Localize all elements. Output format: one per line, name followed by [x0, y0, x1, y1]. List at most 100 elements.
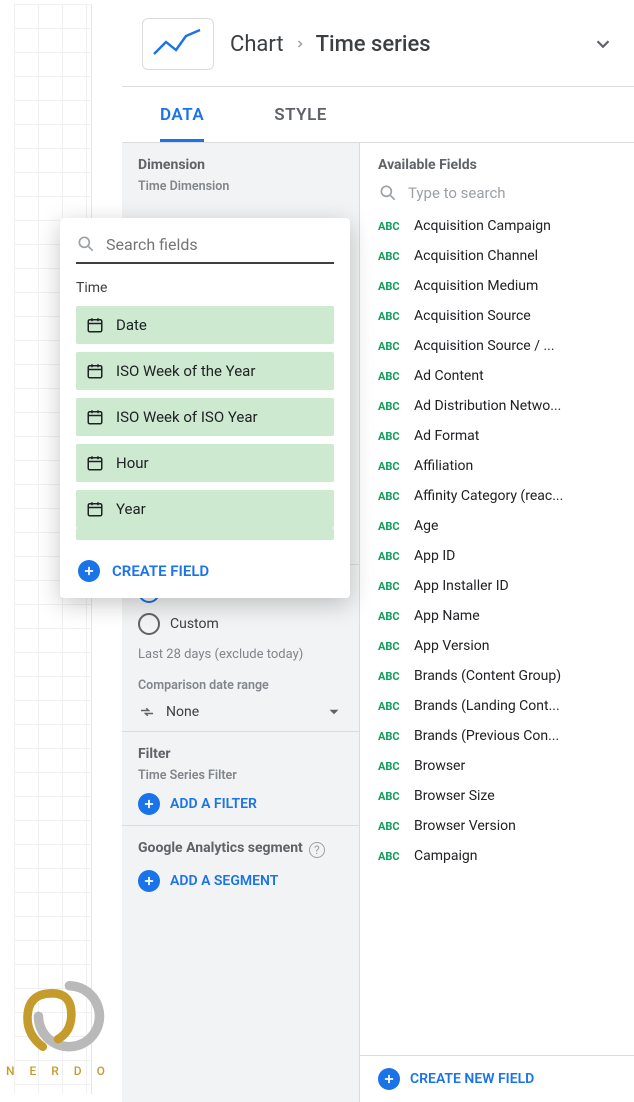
available-fields-title: Available Fields: [378, 157, 616, 173]
chart-type-chip[interactable]: [142, 18, 214, 70]
type-text-icon: ABC: [378, 310, 402, 323]
type-text-icon: ABC: [378, 520, 402, 533]
panel-header: Chart Time series: [122, 0, 634, 86]
available-field-item[interactable]: ABCApp Installer ID: [360, 571, 634, 601]
available-field-item[interactable]: ABC Affinity Category (reac...: [360, 481, 634, 511]
field-name: Ad Distribution Netwo...: [414, 398, 561, 414]
field-name: Acquisition Campaign: [414, 218, 551, 234]
calendar-icon: [86, 500, 104, 518]
time-field-option[interactable]: Hour: [76, 444, 334, 482]
type-text-icon: ABC: [378, 670, 402, 683]
available-field-item[interactable]: ABC Ad Distribution Netwo...: [360, 391, 634, 421]
available-field-item[interactable]: ABCBrowser Size: [360, 781, 634, 811]
type-text-icon: ABC: [378, 820, 402, 833]
tabs: DATA STYLE: [122, 87, 634, 142]
expand-more-icon[interactable]: [592, 33, 614, 55]
available-field-item[interactable]: ABC App Name: [360, 601, 634, 631]
type-text-icon: ABC: [378, 550, 402, 563]
field-name: Brands (Previous Con...: [414, 728, 559, 744]
tab-style[interactable]: STYLE: [274, 105, 327, 142]
available-field-item[interactable]: ABC Affiliation: [360, 451, 634, 481]
section-title-filter: Filter: [138, 746, 343, 762]
calendar-icon: [86, 316, 104, 334]
crumb-root[interactable]: Chart: [230, 32, 284, 57]
compare-select[interactable]: None: [138, 703, 343, 721]
available-field-item[interactable]: ABCAcquisition Channel: [360, 241, 634, 271]
time-dimension-label: Time Dimension: [138, 179, 343, 194]
type-text-icon: ABC: [378, 850, 402, 863]
type-text-icon: ABC: [378, 280, 402, 293]
time-field-option[interactable]: Date: [76, 306, 334, 344]
type-text-icon: ABC: [378, 490, 402, 503]
dropdown-caret-icon: [325, 703, 343, 721]
available-field-item[interactable]: ABCAd Content: [360, 361, 634, 391]
available-field-item[interactable]: ABCAcquisition Source / ...: [360, 331, 634, 361]
available-field-item[interactable]: ABC Acquisition Medium: [360, 271, 634, 301]
search-icon: [76, 234, 96, 254]
list-item-partial[interactable]: [76, 528, 334, 540]
segment-section: Google Analytics segment ? ADD A SEGMENT: [122, 826, 359, 902]
popover-search-input[interactable]: [106, 235, 334, 254]
option-label: Hour: [116, 454, 149, 472]
available-fields-list[interactable]: ABCAcquisition CampaignABCAcquisition Ch…: [360, 211, 634, 1055]
date-range-custom[interactable]: Custom: [138, 613, 343, 635]
help-icon[interactable]: ?: [309, 842, 325, 858]
option-label: Date: [116, 316, 147, 334]
available-field-item[interactable]: ABCCampaign: [360, 841, 634, 871]
available-field-item[interactable]: ABCApp ID: [360, 541, 634, 571]
field-name: Acquisition Source: [414, 308, 531, 324]
type-text-icon: ABC: [378, 460, 402, 473]
calendar-icon: [86, 362, 104, 380]
create-new-field-button[interactable]: CREATE NEW FIELD: [360, 1055, 634, 1102]
type-text-icon: ABC: [378, 640, 402, 653]
plus-icon: [78, 560, 100, 582]
add-segment-button[interactable]: ADD A SEGMENT: [138, 870, 343, 892]
crumb-leaf[interactable]: Time series: [316, 32, 431, 57]
field-name: Acquisition Medium: [414, 278, 538, 294]
plus-icon: [138, 870, 160, 892]
type-text-icon: ABC: [378, 730, 402, 743]
popover-search[interactable]: [76, 234, 334, 264]
available-field-item[interactable]: ABC Brands (Previous Con...: [360, 721, 634, 751]
calendar-icon: [86, 454, 104, 472]
available-field-item[interactable]: ABCBrowser Version: [360, 811, 634, 841]
field-name: Affinity Category (reac...: [414, 488, 563, 504]
time-field-option[interactable]: ISO Week of ISO Year: [76, 398, 334, 436]
field-search[interactable]: Type to search: [378, 183, 616, 203]
available-field-item[interactable]: ABCAd Format: [360, 421, 634, 451]
option-label: ISO Week of the Year: [116, 362, 255, 380]
breadcrumb: Chart Time series: [230, 32, 576, 57]
option-label: Year: [116, 500, 146, 518]
available-field-item[interactable]: ABC App Version: [360, 631, 634, 661]
compare-label: Comparison date range: [138, 678, 343, 693]
available-field-item[interactable]: ABCAge: [360, 511, 634, 541]
section-title-segment: Google Analytics segment: [138, 840, 303, 856]
available-field-item[interactable]: ABCAcquisition Campaign: [360, 211, 634, 241]
tab-data[interactable]: DATA: [160, 105, 204, 142]
filter-section: Filter Time Series Filter ADD A FILTER: [122, 732, 359, 826]
time-field-option[interactable]: Year: [76, 490, 334, 528]
type-text-icon: ABC: [378, 700, 402, 713]
type-text-icon: ABC: [378, 370, 402, 383]
option-label: ISO Week of ISO Year: [116, 408, 258, 426]
type-text-icon: ABC: [378, 400, 402, 413]
section-title-dimension: Dimension: [138, 157, 343, 173]
filter-subtitle: Time Series Filter: [138, 768, 343, 783]
available-field-item[interactable]: ABCBrands (Landing Cont...: [360, 691, 634, 721]
field-name: App Version: [414, 638, 489, 654]
plus-icon: [378, 1068, 400, 1090]
available-field-item[interactable]: ABC Acquisition Source: [360, 301, 634, 331]
field-name: Ad Format: [414, 428, 479, 444]
add-filter-button[interactable]: ADD A FILTER: [138, 793, 343, 815]
type-text-icon: ABC: [378, 610, 402, 623]
time-field-option[interactable]: ISO Week of the Year: [76, 352, 334, 390]
field-name: Brands (Content Group): [414, 668, 561, 684]
plus-icon: [138, 793, 160, 815]
field-name: App Name: [414, 608, 480, 624]
available-field-item[interactable]: ABC Brands (Content Group): [360, 661, 634, 691]
field-name: Browser Size: [414, 788, 495, 804]
available-field-item[interactable]: ABCBrowser: [360, 751, 634, 781]
calendar-icon: [86, 408, 104, 426]
field-name: Affiliation: [414, 458, 473, 474]
create-field-button[interactable]: CREATE FIELD: [76, 546, 334, 588]
